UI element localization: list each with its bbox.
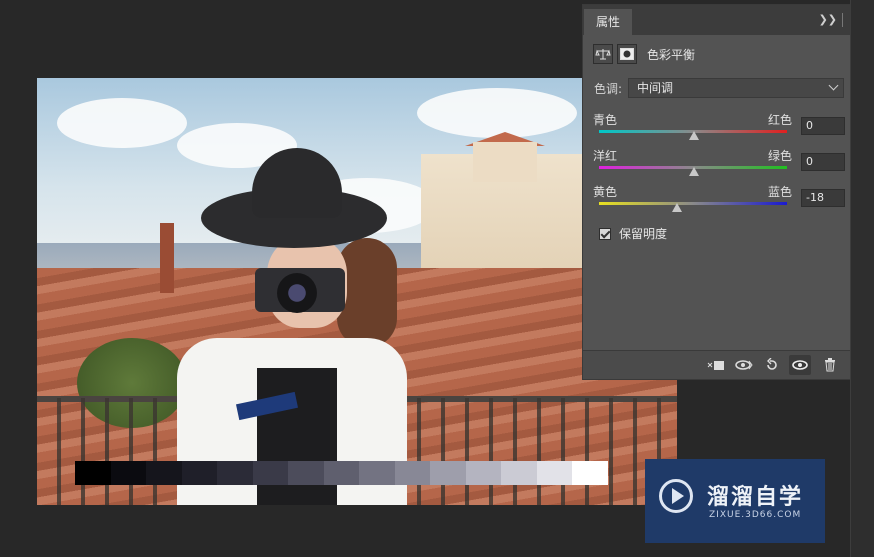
ramp-swatch bbox=[217, 461, 253, 485]
reset-icon[interactable] bbox=[761, 355, 783, 375]
slider-value-input[interactable]: -18 bbox=[801, 189, 845, 207]
slider-yellow-blue: 黄色 蓝色 -18 bbox=[593, 183, 863, 217]
ramp-swatch bbox=[323, 461, 359, 485]
tone-selected-value: 中间调 bbox=[637, 81, 674, 95]
ramp-swatch bbox=[465, 461, 501, 485]
tone-row: 色调: 中间调 bbox=[594, 78, 845, 98]
properties-panel: 属性 ❯❯ 色彩平衡 色调: 中间调 青色 红色 0 洋红 绿色 0 黄色 蓝色… bbox=[582, 4, 870, 380]
collapse-panel-icon[interactable]: ❯❯ bbox=[819, 13, 837, 26]
ramp-swatch bbox=[430, 461, 466, 485]
watermark-subtitle: ZIXUE.3D66.COM bbox=[709, 510, 802, 520]
cloud bbox=[57, 98, 187, 148]
visibility-icon[interactable] bbox=[789, 355, 811, 375]
adjustment-title: 色彩平衡 bbox=[647, 47, 696, 62]
ramp-swatch bbox=[252, 461, 288, 485]
ramp-swatch bbox=[288, 461, 324, 485]
ramp-swatch bbox=[181, 461, 217, 485]
panel-footer bbox=[583, 350, 869, 379]
watermark-title: 溜溜自学 bbox=[707, 485, 804, 510]
ramp-swatch bbox=[501, 461, 537, 485]
adjustment-header: 色彩平衡 bbox=[593, 43, 695, 65]
panel-tab-bar: 属性 ❯❯ bbox=[583, 5, 869, 35]
slider-thumb[interactable] bbox=[689, 131, 699, 140]
slider-right-label: 绿色 bbox=[768, 149, 793, 163]
slider-value-input[interactable]: 0 bbox=[801, 117, 845, 135]
slider-right-label: 蓝色 bbox=[768, 185, 793, 199]
preserve-luminosity-checkbox[interactable] bbox=[599, 227, 611, 240]
slider-thumb[interactable] bbox=[672, 203, 682, 212]
slider-magenta-green: 洋红 绿色 0 bbox=[593, 147, 863, 181]
tab-properties[interactable]: 属性 bbox=[584, 9, 633, 35]
woman-with-camera bbox=[167, 148, 417, 505]
slider-left-label: 洋红 bbox=[593, 149, 618, 163]
color-balance-icon[interactable] bbox=[593, 44, 613, 64]
preserve-luminosity[interactable]: 保留明度 bbox=[599, 225, 667, 242]
ramp-swatch bbox=[110, 461, 146, 485]
slider-left-label: 青色 bbox=[593, 113, 618, 127]
slider-track[interactable] bbox=[599, 202, 787, 205]
tone-label: 色调: bbox=[594, 81, 623, 96]
watermark: 溜溜自学 ZIXUE.3D66.COM bbox=[645, 459, 825, 543]
cloud bbox=[417, 88, 577, 138]
tone-dropdown[interactable]: 中间调 bbox=[628, 78, 845, 98]
delete-icon[interactable] bbox=[819, 355, 841, 375]
ramp-swatch bbox=[359, 461, 395, 485]
clip-to-layer-icon[interactable] bbox=[705, 355, 727, 375]
ramp-swatch bbox=[146, 461, 182, 485]
play-logo-icon bbox=[659, 479, 693, 513]
slider-left-label: 黄色 bbox=[593, 185, 618, 199]
document-canvas[interactable] bbox=[37, 78, 677, 505]
slider-thumb[interactable] bbox=[689, 167, 699, 176]
ramp-swatch bbox=[536, 461, 572, 485]
ramp-swatch bbox=[394, 461, 430, 485]
grayscale-ramp bbox=[75, 461, 608, 485]
right-dock bbox=[850, 0, 874, 557]
slider-cyan-red: 青色 红色 0 bbox=[593, 111, 863, 145]
layer-mask-icon[interactable] bbox=[617, 44, 637, 64]
view-previous-icon[interactable] bbox=[733, 355, 755, 375]
ramp-swatch bbox=[572, 461, 608, 485]
ramp-swatch bbox=[75, 461, 111, 485]
slider-value-input[interactable]: 0 bbox=[801, 153, 845, 171]
slider-right-label: 红色 bbox=[768, 113, 793, 127]
divider bbox=[842, 13, 843, 27]
chevron-down-icon bbox=[828, 80, 839, 91]
preserve-luminosity-label: 保留明度 bbox=[619, 227, 668, 241]
